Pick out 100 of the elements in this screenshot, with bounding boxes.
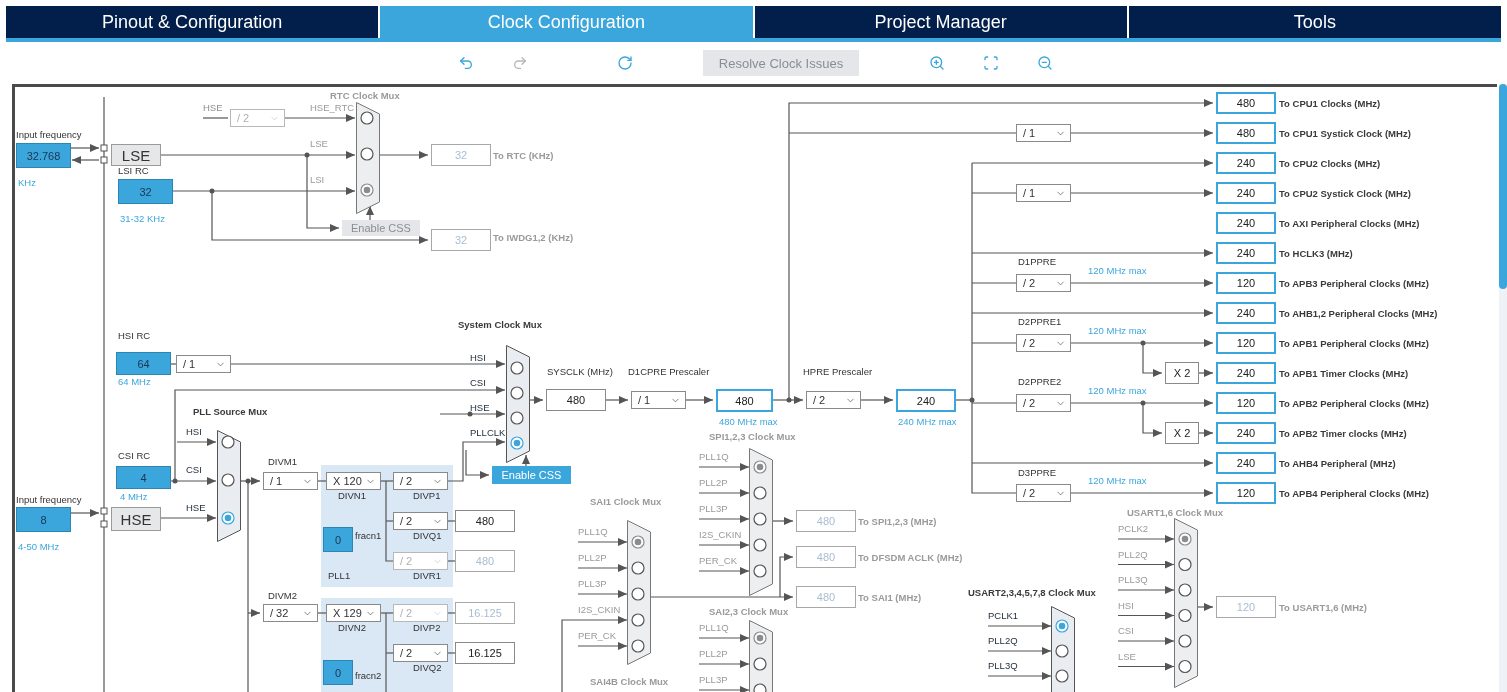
radio-button[interactable] [1178, 557, 1192, 572]
radio-button[interactable] [631, 587, 645, 601]
radio-button[interactable] [510, 436, 524, 450]
dropdown[interactable]: / 2 [393, 512, 448, 530]
dropdown[interactable]: / 2 [806, 391, 861, 409]
radio-button[interactable] [360, 183, 374, 197]
mux-title: SAI1 Clock Mux [590, 496, 662, 507]
radio-button[interactable] [753, 683, 767, 692]
input-label: PCLK2 [1118, 523, 1149, 534]
radio-button[interactable] [753, 486, 767, 500]
mux-title: SPI1,2,3 Clock Mux [709, 431, 796, 442]
junction-dot [969, 397, 975, 403]
tab[interactable]: Tools [1126, 6, 1501, 38]
tab[interactable]: Pinout & Configuration [6, 6, 379, 38]
signal-line [1117, 611, 1175, 620]
radio-button[interactable] [753, 657, 767, 671]
diagram-label: SAI4B Clock Mux [590, 676, 669, 687]
radio-button[interactable] [510, 411, 524, 425]
radio-button[interactable] [631, 639, 645, 653]
signal-line [698, 515, 750, 523]
radio-button[interactable] [753, 564, 767, 578]
frequency-value: 120 [1216, 482, 1276, 504]
dropdown[interactable]: / 1 [1016, 184, 1071, 202]
input-label: PLLCLK [470, 427, 506, 438]
diagram-label: D3PPRE [1018, 467, 1056, 478]
radio-button[interactable] [1055, 669, 1069, 683]
dropdown[interactable]: / 2 [1016, 334, 1071, 352]
radio-button[interactable] [1178, 634, 1192, 648]
signal-line [71, 156, 100, 164]
radio-button[interactable] [753, 538, 767, 552]
diagram-label: fracn2 [355, 670, 382, 681]
frequency-field[interactable]: 0 [323, 527, 353, 552]
dropdown[interactable]: / 1 [631, 391, 686, 409]
range-hint: 240 MHz max [898, 416, 957, 427]
diagram-label: Input frequency [16, 494, 82, 505]
output-label: To APB2 Peripheral Clocks (MHz) [1279, 397, 1429, 409]
radio-button[interactable] [1178, 583, 1192, 597]
frequency-field[interactable]: 64 [116, 352, 171, 375]
oscillator-block: LSE [111, 144, 161, 166]
dropdown[interactable]: / 2 [1016, 274, 1071, 292]
dropdown[interactable]: / 2 [1016, 394, 1071, 412]
dropdown[interactable]: / 2 [393, 644, 448, 662]
radio-button[interactable] [221, 473, 235, 487]
radio-button[interactable] [510, 386, 524, 400]
frequency-value: 240 [1216, 242, 1276, 264]
output-label: To AHB1,2 Peripheral Clocks (MHz) [1279, 307, 1438, 319]
dropdown[interactable]: / 1 [176, 355, 231, 373]
mux-title: PLL Source Mux [193, 406, 268, 417]
dropdown[interactable]: / 1 [263, 472, 318, 490]
undo-icon[interactable] [458, 55, 474, 71]
output-label: To AXI Peripheral Clocks (MHz) [1279, 217, 1420, 229]
frequency-value: 480 [716, 389, 773, 412]
frequency-field[interactable]: 32 [118, 179, 173, 204]
signal-line [1196, 603, 1214, 611]
radio-button[interactable] [631, 535, 645, 549]
input-label: PLL1Q [699, 451, 729, 462]
radio-button[interactable] [1055, 619, 1069, 633]
radio-button[interactable] [753, 512, 767, 526]
radio-button[interactable] [1178, 608, 1192, 623]
frequency-field[interactable]: 0 [323, 660, 353, 685]
tab[interactable]: Project Manager [752, 6, 1127, 38]
radio-button[interactable] [221, 435, 235, 449]
dropdown[interactable]: / 32 [263, 604, 318, 622]
radio-button[interactable] [360, 111, 374, 125]
range-hint: KHz [18, 177, 36, 188]
dropdown[interactable]: / 2 [1016, 484, 1071, 502]
input-label: PLL2Q [1118, 548, 1148, 560]
zoom-out-icon[interactable] [1037, 55, 1053, 71]
input-label: PLL2Q [988, 635, 1018, 646]
refresh-icon[interactable] [617, 55, 633, 71]
dropdown[interactable]: X 120 [326, 472, 381, 490]
scrollbar-thumb[interactable] [1499, 84, 1507, 289]
signal-line [987, 622, 1052, 630]
dropdown[interactable]: / 1 [1016, 124, 1071, 142]
diagram-label: DIVQ2 [413, 662, 442, 673]
dropdown[interactable]: / 2 [393, 472, 448, 490]
frequency-field[interactable]: 8 [16, 507, 71, 532]
frequency-field[interactable]: 4 [116, 466, 171, 489]
radio-button[interactable] [1055, 644, 1069, 658]
radio-button[interactable] [631, 561, 645, 575]
radio-button[interactable] [753, 631, 767, 645]
signal-line [698, 541, 750, 549]
frequency-field[interactable]: 32.768 [16, 143, 71, 168]
signal-line [70, 144, 100, 152]
dropdown[interactable]: X 129 [326, 604, 381, 622]
radio-button[interactable] [753, 460, 767, 474]
radio-button[interactable] [1178, 532, 1192, 546]
radio-button[interactable] [221, 511, 235, 525]
frequency-value: 480 [1216, 122, 1276, 144]
diagram-label: To SPI1,2,3 (MHz) [858, 516, 937, 527]
output-label: To APB3 Peripheral Clocks (MHz) [1279, 277, 1429, 289]
radio-button[interactable] [360, 147, 374, 161]
radio-button[interactable] [1178, 659, 1192, 674]
radio-button[interactable] [510, 361, 524, 375]
range-hint: 31-32 KHz [120, 213, 165, 224]
diagram-label: DIVQ1 [413, 530, 442, 541]
signal-line [317, 612, 327, 614]
zoom-in-icon[interactable] [929, 55, 945, 71]
radio-button[interactable] [631, 613, 645, 627]
signal-line [987, 647, 1052, 655]
